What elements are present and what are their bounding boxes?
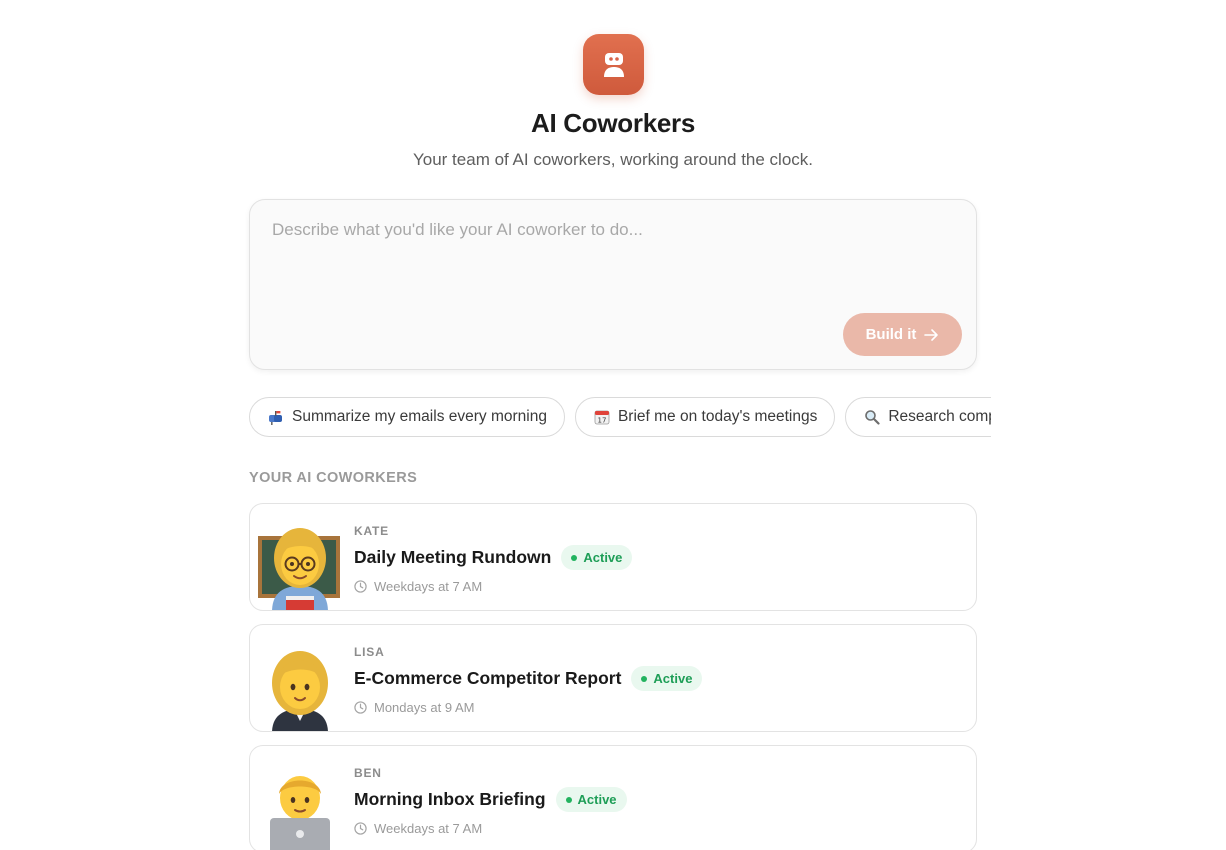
status-dot [641,675,648,682]
suggestion-chips: Summarize my emails every morning 17 Bri… [249,397,991,439]
svg-text:17: 17 [598,417,607,425]
coworker-list: KATE Daily Meeting Rundown Active Weekda… [249,503,977,850]
coworker-name: KATE [354,524,389,538]
mailbox-icon [267,408,285,426]
coworker-title: Morning Inbox Briefing [354,789,546,809]
teacher-emoji-icon [258,528,340,610]
section-label: YOUR AI COWORKERS [249,470,418,486]
technologist-emoji-icon [270,776,330,850]
status-badge: Active [631,666,703,691]
suggestion-label: Summarize my emails every morning [292,408,547,425]
coworker-title: Daily Meeting Rundown [354,547,552,567]
status-label: Active [577,792,617,807]
magnifier-icon [863,408,881,426]
app-logo [583,34,644,95]
coworker-name: BEN [354,766,382,780]
page-title: AI Coworkers [530,108,695,138]
coworker-title: E-Commerce Competitor Report [354,668,622,688]
prompt-input[interactable] [272,220,952,310]
businesswoman-emoji-icon [272,651,328,731]
status-badge: Active [555,787,627,812]
build-button-label: Build it [865,326,917,343]
status-dot [571,554,578,561]
prompt-box: Build it [249,199,977,370]
calendar-icon: 17 [593,408,611,426]
arrow-right-icon [924,328,939,341]
page-subtitle: Your team of AI coworkers, working aroun… [412,150,813,169]
clock-icon [354,580,367,593]
status-label: Active [583,550,623,565]
coworker-card-lisa[interactable]: LISA E-Commerce Competitor Report Active… [249,624,977,732]
robot-icon [603,52,624,77]
coworker-card-kate[interactable]: KATE Daily Meeting Rundown Active Weekda… [249,503,977,611]
suggestion-chip-meetings[interactable]: 17 Brief me on today's meetings [574,397,836,437]
status-badge: Active [561,545,633,570]
clock-icon [354,822,367,835]
schedule-label: Mondays at 9 AM [374,700,475,715]
suggestion-label: Research competitors [888,408,991,425]
status-label: Active [653,671,693,686]
status-dot [565,796,572,803]
suggestion-chip-emails[interactable]: Summarize my emails every morning [249,397,565,437]
coworker-card-ben[interactable]: BEN Morning Inbox Briefing Active Weekda… [249,745,977,850]
suggestion-chip-research[interactable]: Research competitors [845,397,991,437]
schedule-label: Weekdays at 7 AM [374,821,483,836]
coworker-name: LISA [354,645,385,659]
build-it-button[interactable]: Build it [843,313,962,356]
clock-icon [354,701,367,714]
suggestion-label: Brief me on today's meetings [617,408,818,425]
schedule-label: Weekdays at 7 AM [374,579,483,594]
